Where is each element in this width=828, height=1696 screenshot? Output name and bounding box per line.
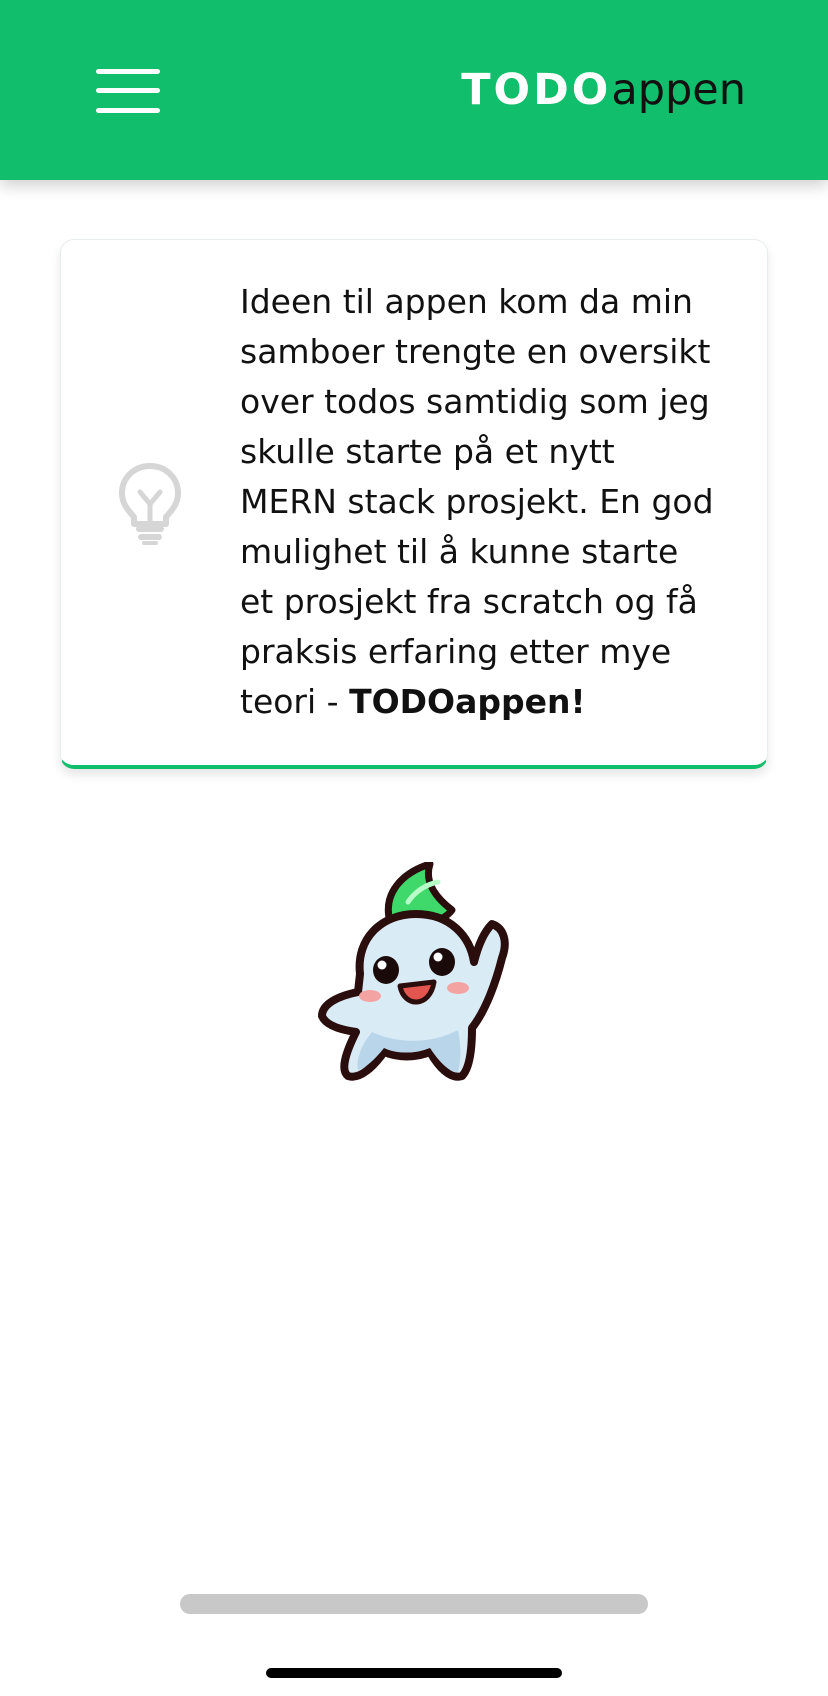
about-text: Ideen til appen kom da min samboer treng…: [240, 277, 720, 727]
app-logo[interactable]: TODOappen: [461, 62, 746, 118]
horizontal-scrollbar[interactable]: [180, 1594, 648, 1614]
menu-bar-line: [96, 108, 160, 113]
menu-bar-line: [96, 88, 160, 93]
menu-bar-line: [96, 69, 160, 74]
hamburger-menu-button[interactable]: [96, 69, 160, 113]
logo-light-text: appen: [611, 65, 746, 115]
home-indicator[interactable]: [266, 1668, 562, 1678]
about-text-body: Ideen til appen kom da min samboer treng…: [240, 282, 714, 721]
logo-bold-text: TODO: [461, 65, 612, 115]
mascot-illustration: [318, 862, 509, 1081]
lightbulb-icon: [119, 463, 181, 545]
app-header: TODOappen: [0, 0, 828, 180]
about-text-highlight: TODOappen!: [349, 682, 586, 721]
